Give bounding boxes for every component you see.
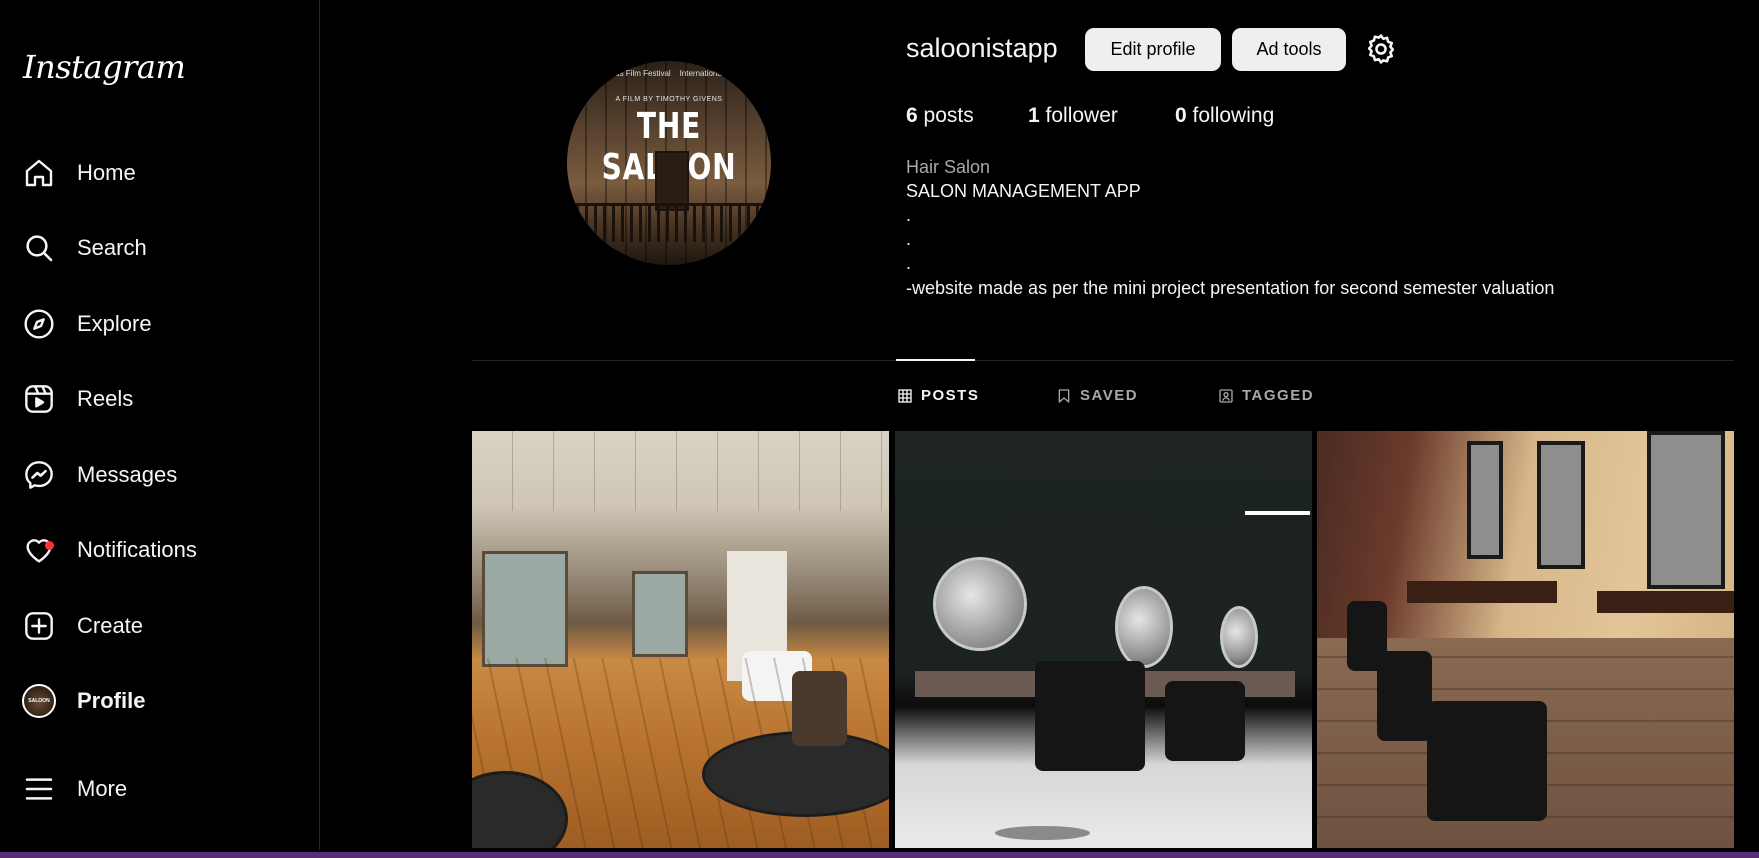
bottom-strip	[0, 852, 1759, 858]
profile-category: Hair Salon	[906, 157, 991, 177]
tag-user-icon	[1218, 388, 1234, 404]
wall-mirror-shape	[1647, 431, 1725, 589]
laurel-right-text: International Festival	[679, 69, 754, 78]
sidebar-item-label: Search	[77, 235, 147, 260]
sidebar-item-label: More	[77, 776, 128, 801]
posts-count-value: 6	[906, 104, 918, 127]
sidebar-item-more[interactable]: More	[22, 765, 127, 813]
window-shape	[482, 551, 568, 667]
wall-mirror-shape	[1467, 441, 1503, 559]
light-strip-shape	[1245, 511, 1310, 515]
heart-icon	[22, 533, 56, 567]
sidebar: Instagram Home Search Explore Reels Mess…	[0, 0, 320, 850]
tab-label: POSTS	[921, 387, 980, 404]
active-tab-indicator	[896, 359, 975, 361]
posts-count: 6 posts	[906, 104, 974, 128]
chair-shape	[1165, 681, 1245, 761]
sidebar-item-messages[interactable]: Messages	[22, 451, 177, 499]
tab-posts[interactable]: POSTS	[897, 387, 979, 404]
sidebar-item-label: Create	[77, 613, 144, 638]
messenger-icon	[22, 458, 56, 492]
station-shape	[1407, 581, 1557, 603]
sidebar-item-label: Notifications	[77, 537, 197, 562]
chair-shape	[1035, 661, 1145, 771]
station-shape	[1597, 591, 1734, 613]
grid-icon	[897, 388, 913, 404]
posts-count-label: posts	[923, 104, 974, 127]
followers-count-label: follower	[1045, 104, 1118, 127]
ad-tools-button[interactable]: Ad tools	[1232, 28, 1346, 71]
sidebar-item-label: Home	[77, 160, 136, 185]
laurel-left-text: East Texas Film Festival	[584, 69, 671, 78]
bio-line: -website made as per the mini project pr…	[906, 278, 1555, 298]
sidebar-item-label: Profile	[77, 688, 146, 713]
sidebar-item-reels[interactable]: Reels	[22, 375, 133, 423]
plus-square-icon	[22, 609, 56, 643]
tabs-divider	[472, 360, 1734, 361]
mirror-shape	[1115, 586, 1173, 668]
compass-icon	[22, 307, 56, 341]
reels-icon	[22, 382, 56, 416]
following-count[interactable]: 0 following	[1175, 104, 1274, 128]
followers-count[interactable]: 1 follower	[1028, 104, 1118, 128]
wall-mirror-shape	[1537, 441, 1585, 569]
notification-badge	[45, 541, 54, 550]
sidebar-item-search[interactable]: Search	[22, 224, 147, 272]
tab-label: SAVED	[1080, 387, 1139, 404]
instagram-logo[interactable]: Instagram	[23, 48, 186, 86]
sidebar-item-explore[interactable]: Explore	[22, 300, 152, 348]
avatar: SALOON	[22, 684, 56, 718]
profile-picture[interactable]: East Texas Film Festival International F…	[567, 61, 771, 265]
menu-icon	[22, 772, 56, 806]
following-count-label: following	[1192, 104, 1275, 127]
bio-line: .	[906, 229, 912, 249]
bio-line: .	[906, 205, 912, 225]
search-icon	[22, 231, 56, 265]
post-thumbnail[interactable]	[895, 431, 1312, 848]
film-credit: A FILM BY TIMOTHY GIVENS	[615, 96, 723, 103]
tab-saved[interactable]: SAVED	[1056, 387, 1138, 404]
post-thumbnail[interactable]	[1317, 431, 1734, 848]
tab-label: TAGGED	[1242, 387, 1315, 404]
mirror-shape	[1220, 606, 1258, 668]
chair-shape	[1427, 701, 1547, 821]
sidebar-item-label: Reels	[77, 386, 134, 411]
bio-line: SALON MANAGEMENT APP	[906, 181, 1141, 201]
home-icon	[22, 156, 56, 190]
sidebar-item-label: Explore	[77, 311, 152, 336]
edit-profile-button[interactable]: Edit profile	[1085, 28, 1221, 71]
profile-username: saloonistapp	[906, 33, 1058, 63]
sidebar-item-home[interactable]: Home	[22, 149, 136, 197]
balcony-shape	[567, 203, 771, 242]
chair-shape	[792, 671, 847, 746]
chair-base-shape	[995, 826, 1090, 840]
door-shape	[655, 151, 689, 211]
tab-tagged[interactable]: TAGGED	[1218, 387, 1314, 404]
bio-line: .	[906, 253, 912, 273]
post-thumbnail[interactable]	[472, 431, 889, 848]
chair-shape	[1377, 651, 1432, 741]
bookmark-icon	[1056, 388, 1072, 404]
followers-count-value: 1	[1028, 104, 1040, 127]
gear-icon[interactable]	[1364, 32, 1398, 66]
window-shape	[632, 571, 688, 657]
sidebar-item-notifications[interactable]: Notifications	[22, 526, 197, 574]
sidebar-item-profile[interactable]: SALOON Profile	[22, 677, 145, 725]
sidebar-item-label: Messages	[77, 462, 178, 487]
sidebar-item-create[interactable]: Create	[22, 602, 143, 650]
mirror-shape	[933, 557, 1027, 651]
following-count-value: 0	[1175, 104, 1187, 127]
